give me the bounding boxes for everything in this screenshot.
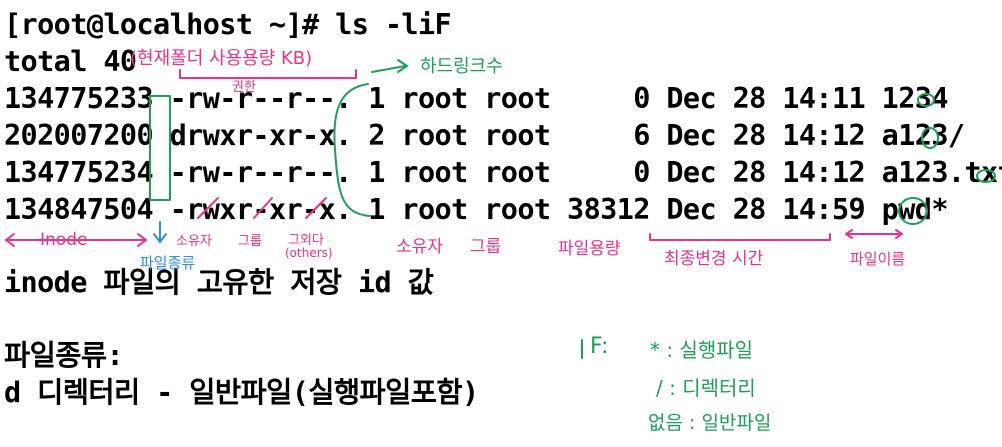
- size-label: 파일용량: [558, 239, 621, 259]
- legend-item: / : 디렉터리: [656, 372, 756, 401]
- legend-symbol: *: [650, 338, 660, 362]
- owner-perm-label: 소유자: [176, 234, 212, 249]
- permission-note: 권한: [232, 80, 256, 95]
- filename-arrow: [845, 229, 903, 239]
- filetype-box: [149, 95, 171, 201]
- legend-text: : 일반파일: [689, 412, 772, 434]
- others-word: (others): [285, 246, 333, 260]
- filetype-arrow: [153, 221, 167, 243]
- legend-symbol: 없음: [648, 412, 683, 434]
- total-note: (현재폴더 사용용량 KB): [130, 48, 313, 69]
- hardlink-arrow: [371, 59, 408, 73]
- inode-label: Inode: [40, 230, 88, 250]
- circle-1234: [917, 93, 935, 107]
- permission-bracket: [179, 69, 357, 79]
- hardlink-note: 하드링크수: [420, 56, 503, 77]
- slash-x-other: [305, 197, 327, 219]
- filetype-label: 파일종류: [140, 254, 196, 272]
- circle-pwd: [898, 197, 928, 225]
- hardlink-bracket: [333, 83, 371, 217]
- legend-item: * : 실행파일: [650, 334, 753, 363]
- filename-label: 파일이름: [850, 250, 906, 268]
- group-col-label: 그룹: [470, 237, 502, 257]
- mtime-label: 최종변경 시간: [664, 249, 764, 269]
- group-perm-label: 그룹: [238, 234, 262, 249]
- legend-text: : 실행파일: [666, 338, 754, 362]
- legend-title: F:: [590, 334, 609, 359]
- legend-item: 없음 : 일반파일: [648, 408, 771, 435]
- slash-x-group: [253, 197, 273, 219]
- owner-col-label: 소유자: [396, 237, 443, 257]
- slash-x-owner: [197, 197, 219, 219]
- legend-text: : 디렉터리: [669, 376, 756, 400]
- circle-a123-txt: [976, 169, 996, 183]
- circle-a123-dir: [921, 127, 939, 149]
- legend-symbol: /: [656, 376, 663, 400]
- mtime-bracket: [649, 233, 831, 241]
